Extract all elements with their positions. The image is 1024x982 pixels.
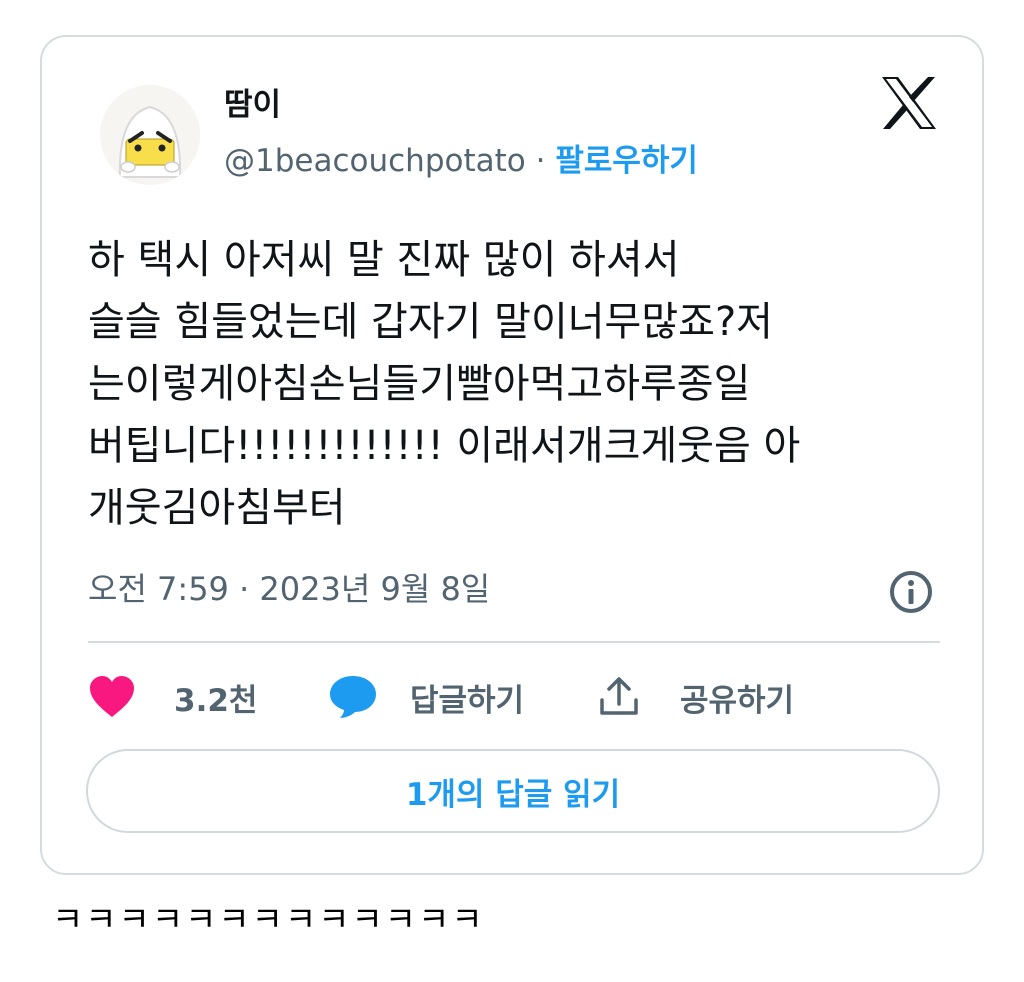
tweet-text: 하 택시 아저씨 말 진짜 많이 하셔서 슬슬 힘들었는데 갑자기 말이너무많죠…: [88, 237, 801, 531]
heart-icon: [88, 675, 136, 719]
x-logo-icon[interactable]: [880, 75, 938, 131]
handle-separator: ·: [525, 143, 556, 179]
share-upload-icon: [596, 674, 642, 720]
caption-text: ㅋㅋㅋㅋㅋㅋㅋㅋㅋㅋㅋㅋㅋ: [52, 900, 485, 940]
info-icon[interactable]: [888, 569, 934, 615]
handle-row: @1beacouchpotato · 팔로우하기: [224, 141, 698, 181]
like-count: 3.2천: [174, 682, 258, 719]
tweet-card: 땀이 @1beacouchpotato · 팔로우하기 하 택시 아저씨 말 진…: [40, 35, 984, 875]
reply-label: 답글하기: [410, 682, 525, 719]
follow-button[interactable]: 팔로우하기: [555, 143, 698, 179]
user-handle[interactable]: @1beacouchpotato: [224, 143, 526, 179]
share-label: 공유하기: [680, 682, 795, 719]
tweet-timestamp[interactable]: 오전 7:59 · 2023년 9월 8일: [88, 567, 490, 611]
action-bar: 3.2천 답글하기 공유하기: [88, 667, 940, 727]
reply-button[interactable]: 답글하기: [328, 667, 524, 727]
avatar[interactable]: [100, 85, 200, 185]
speech-bubble-icon: [328, 674, 378, 720]
divider: [88, 641, 940, 643]
avatar-ghost-icon: [100, 85, 200, 185]
read-replies-button[interactable]: 1개의 답글 읽기: [86, 749, 940, 833]
like-button[interactable]: 3.2천: [88, 667, 257, 727]
display-name[interactable]: 땀이: [224, 85, 281, 125]
share-button[interactable]: 공유하기: [596, 667, 794, 727]
